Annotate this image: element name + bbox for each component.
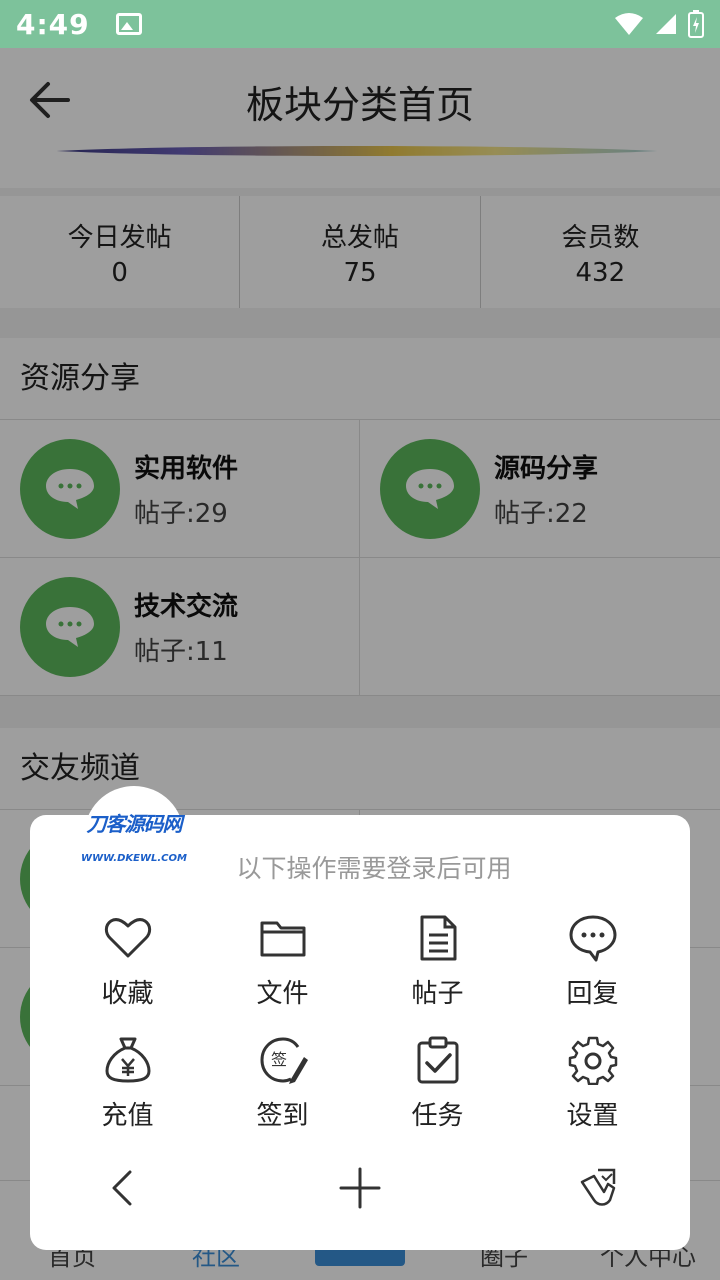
document-icon: [420, 915, 456, 961]
action-favorites[interactable]: 收藏: [50, 913, 205, 1035]
svg-text:签: 签: [271, 1050, 287, 1069]
action-label: 文件: [256, 979, 309, 1009]
action-grid: 收藏 文件 帖子 回复 充值 签 签到 任务 设置: [50, 913, 670, 1157]
action-replies[interactable]: 回复: [515, 913, 670, 1035]
action-label: 帖子: [411, 979, 464, 1009]
cell-signal-icon: [656, 14, 676, 34]
logo-url: WWW.DKEWL.COM: [81, 853, 187, 864]
sheet-footer: [30, 1160, 690, 1216]
gear-icon: [568, 1036, 617, 1085]
watermark-logo: 刀客源码网 WWW.DKEWL.COM: [81, 786, 187, 886]
heart-icon: [104, 918, 151, 958]
status-indicators: [614, 10, 704, 38]
wifi-icon: [615, 13, 643, 35]
action-label: 充值: [101, 1101, 154, 1131]
action-label: 签到: [256, 1101, 309, 1131]
chat-bubble-icon: [569, 915, 616, 962]
sheet-checkin-hand-button[interactable]: [568, 1160, 624, 1216]
action-files[interactable]: 文件: [205, 913, 360, 1035]
action-tasks[interactable]: 任务: [360, 1035, 515, 1157]
folder-icon: [260, 921, 305, 957]
image-notification-icon: [115, 13, 142, 35]
action-checkin[interactable]: 签 签到: [205, 1035, 360, 1157]
plus-icon: [339, 1167, 381, 1209]
action-recharge[interactable]: 充值: [50, 1035, 205, 1157]
clipboard-check-icon: [417, 1036, 458, 1084]
logo-text: 刀客源码网: [86, 812, 183, 836]
action-settings[interactable]: 设置: [515, 1035, 670, 1157]
sign-in-icon: 签: [259, 1037, 308, 1084]
battery-charging-icon: [688, 10, 704, 38]
money-bag-icon: [104, 1037, 151, 1083]
sheet-back-button[interactable]: [96, 1160, 152, 1216]
action-label: 收藏: [101, 979, 154, 1009]
status-time: 4:49: [16, 7, 90, 41]
action-label: 任务: [411, 1101, 464, 1131]
action-label: 回复: [566, 979, 619, 1009]
chevron-left-icon: [112, 1170, 132, 1206]
action-label: 设置: [566, 1101, 619, 1131]
hand-check-icon: [580, 1168, 616, 1206]
action-posts[interactable]: 帖子: [360, 913, 515, 1035]
sheet-add-button[interactable]: [332, 1160, 388, 1216]
status-bar: 4:49: [0, 0, 720, 48]
